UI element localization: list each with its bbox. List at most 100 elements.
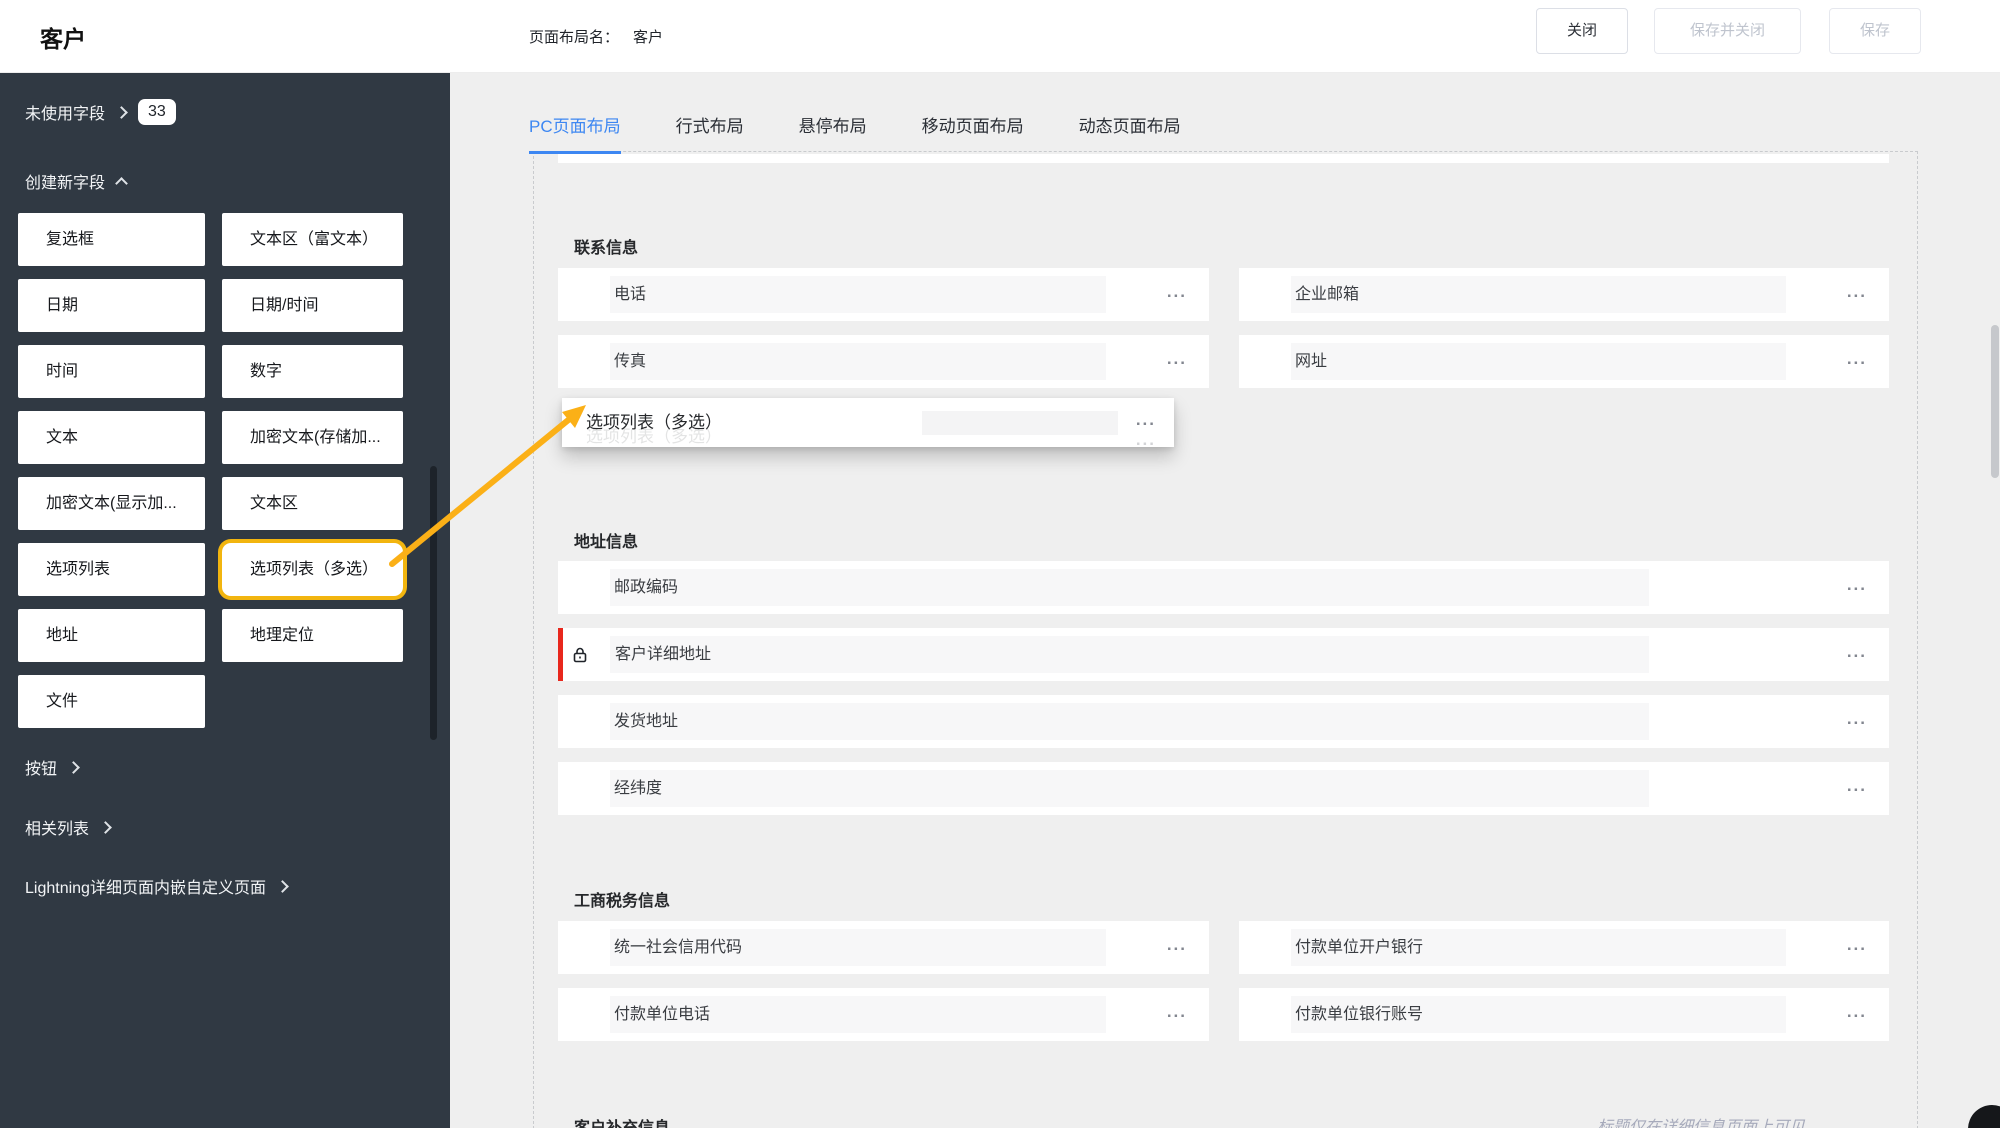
field-value-placeholder [610, 703, 1649, 740]
field-label: 付款单位开户银行 [1295, 939, 1424, 956]
field-type-button[interactable]: 文本 [18, 411, 205, 464]
field-label: 经纬度 [614, 780, 663, 797]
field-menu-button[interactable]: ... [1847, 561, 1867, 608]
field-row[interactable]: 付款单位开户银行... [1239, 921, 1889, 974]
tab-inactive[interactable]: 行式布局 [676, 112, 744, 154]
section-title: 客户补充信息 [574, 1114, 670, 1128]
section-rows: 统一社会信用代码... 付款单位开户银行... 付款单位电话... 付款单位银行账号.… [558, 921, 1889, 1041]
field-value-placeholder [610, 636, 1649, 673]
field-label: 企业邮箱 [1295, 286, 1360, 303]
field-value-placeholder [922, 411, 1118, 435]
field-menu-button[interactable]: ... [1847, 628, 1867, 675]
field-row[interactable]: 传真... [558, 335, 1209, 388]
sidebar-item-lightning-pages[interactable]: Lightning详细页面内嵌自定义页面 [25, 874, 289, 898]
field-menu-button[interactable]: ... [1847, 695, 1867, 742]
lock-icon [573, 647, 587, 663]
field-row[interactable]: 统一社会信用代码... [558, 921, 1209, 974]
field-type-button[interactable]: 文本区（富文本） [222, 213, 403, 266]
unused-fields-count-badge: 33 [138, 99, 176, 125]
unused-fields-label: 未使用字段 [25, 106, 106, 123]
dragged-field-row[interactable]: 选项列表（多选） 选项列表（多选） ... ... [562, 398, 1174, 449]
field-row[interactable]: 经纬度... [558, 762, 1889, 815]
hint-text: 标题仅在详细信息页面上可见 [1597, 1119, 1806, 1128]
section-rows: 邮政编码... 客户详细地址... 发货地址... 经纬度... [558, 561, 1889, 815]
field-row[interactable]: 电话... [558, 268, 1209, 321]
field-type-button[interactable]: 选项列表（多选） [222, 543, 403, 596]
sidebar-scrollbar[interactable] [430, 466, 437, 740]
page-layout-editor: 客户 页面布局名： 客户 关闭 保存并关闭 保存 未使用字段 33 创建新字段 复… [0, 0, 2000, 1128]
field-value-placeholder [1291, 276, 1786, 313]
field-label: 邮政编码 [614, 579, 679, 596]
field-menu-button[interactable]: ... [1167, 335, 1187, 382]
field-row[interactable]: 付款单位电话... [558, 988, 1209, 1041]
field-type-button[interactable]: 复选框 [18, 213, 205, 266]
create-field-label: 创建新字段 [25, 175, 106, 192]
layout-name-value: 客户 [633, 29, 664, 46]
partial-row-remnant [558, 154, 1889, 163]
field-type-button[interactable]: 选项列表 [18, 543, 205, 596]
lightning-label: Lightning详细页面内嵌自定义页面 [25, 880, 266, 897]
field-row[interactable]: 付款单位银行账号... [1239, 988, 1889, 1041]
field-label: 发货地址 [614, 713, 679, 730]
field-menu-button[interactable]: ... [1167, 921, 1187, 968]
field-type-button[interactable]: 时间 [18, 345, 205, 398]
field-type-button[interactable]: 日期/时间 [222, 279, 403, 332]
field-value-placeholder [610, 276, 1106, 313]
field-label: 传真 [614, 353, 647, 370]
field-menu-button[interactable]: ... [1847, 921, 1867, 968]
page-title: 客户 [40, 26, 86, 52]
field-menu-button[interactable]: ... [1167, 988, 1187, 1035]
section-title: 工商税务信息 [574, 893, 671, 910]
save-and-close-button[interactable]: 保存并关闭 [1654, 8, 1801, 54]
dragged-field-ghost-label: 选项列表（多选） [586, 427, 722, 446]
chevron-up-icon [115, 177, 128, 190]
tab-inactive[interactable]: 动态页面布局 [1079, 112, 1181, 154]
field-row[interactable]: 发货地址... [558, 695, 1889, 748]
field-type-button[interactable]: 文本区 [222, 477, 403, 530]
field-type-button[interactable]: 文件 [18, 675, 205, 728]
field-row[interactable]: 企业邮箱... [1239, 268, 1889, 321]
field-label: 网址 [1295, 353, 1328, 370]
tab-inactive[interactable]: 移动页面布局 [922, 112, 1024, 154]
close-button[interactable]: 关闭 [1536, 8, 1628, 54]
field-type-button[interactable]: 数字 [222, 345, 403, 398]
field-label: 付款单位电话 [614, 1006, 711, 1023]
field-value-placeholder [1291, 343, 1786, 380]
field-value-placeholder [610, 343, 1106, 380]
chevron-right-icon [115, 105, 128, 119]
field-menu-button[interactable]: ... [1847, 268, 1867, 315]
field-row[interactable]: 邮政编码... [558, 561, 1889, 614]
section-rows: 电话... 企业邮箱... 传真... 网址... [558, 268, 1889, 388]
chevron-right-icon [67, 760, 80, 774]
field-palette-sidebar: 未使用字段 33 创建新字段 复选框 文本区（富文本） 日期 日期/时间 时间 数字 文本加… [0, 73, 450, 1128]
field-type-button[interactable]: 加密文本(存储加... [222, 411, 403, 464]
chevron-right-icon [99, 820, 112, 834]
field-type-grid: 复选框 文本区（富文本） 日期 日期/时间 时间 数字 文本 加密文本(存储加... 加密文本(… [18, 213, 403, 728]
layout-name-label: 页面布局名： [529, 29, 620, 46]
field-menu-ghost: ... [1135, 430, 1156, 449]
field-menu-button[interactable]: ... [1847, 988, 1867, 1035]
sidebar-item-related-lists[interactable]: 相关列表 [25, 815, 112, 839]
field-value-placeholder [610, 770, 1649, 807]
field-type-button[interactable]: 地址 [18, 609, 205, 662]
field-row[interactable]: 网址... [1239, 335, 1889, 388]
field-row-locked[interactable]: 客户详细地址... [558, 628, 1889, 681]
section-title: 联系信息 [574, 240, 639, 257]
field-type-button[interactable]: 日期 [18, 279, 205, 332]
layout-name: 页面布局名： 客户 [529, 26, 663, 47]
unused-fields-toggle[interactable]: 未使用字段 33 [25, 99, 176, 125]
main-scrollbar[interactable] [1991, 325, 1999, 478]
field-menu-button[interactable]: ... [1167, 268, 1187, 315]
field-menu-button[interactable]: ... [1847, 335, 1867, 382]
field-value-placeholder [610, 569, 1649, 606]
save-button[interactable]: 保存 [1829, 8, 1921, 54]
field-type-button[interactable]: 加密文本(显示加... [18, 477, 205, 530]
tab-active[interactable]: PC页面布局 [529, 112, 621, 154]
header-bar: 客户 页面布局名： 客户 关闭 保存并关闭 保存 [0, 0, 2000, 73]
field-type-button[interactable]: 地理定位 [222, 609, 403, 662]
create-field-toggle[interactable]: 创建新字段 [25, 169, 128, 193]
sidebar-item-buttons[interactable]: 按钮 [25, 755, 80, 779]
field-menu-button[interactable]: ... [1847, 762, 1867, 809]
section-title: 地址信息 [574, 534, 639, 551]
tab-inactive[interactable]: 悬停布局 [799, 112, 867, 154]
